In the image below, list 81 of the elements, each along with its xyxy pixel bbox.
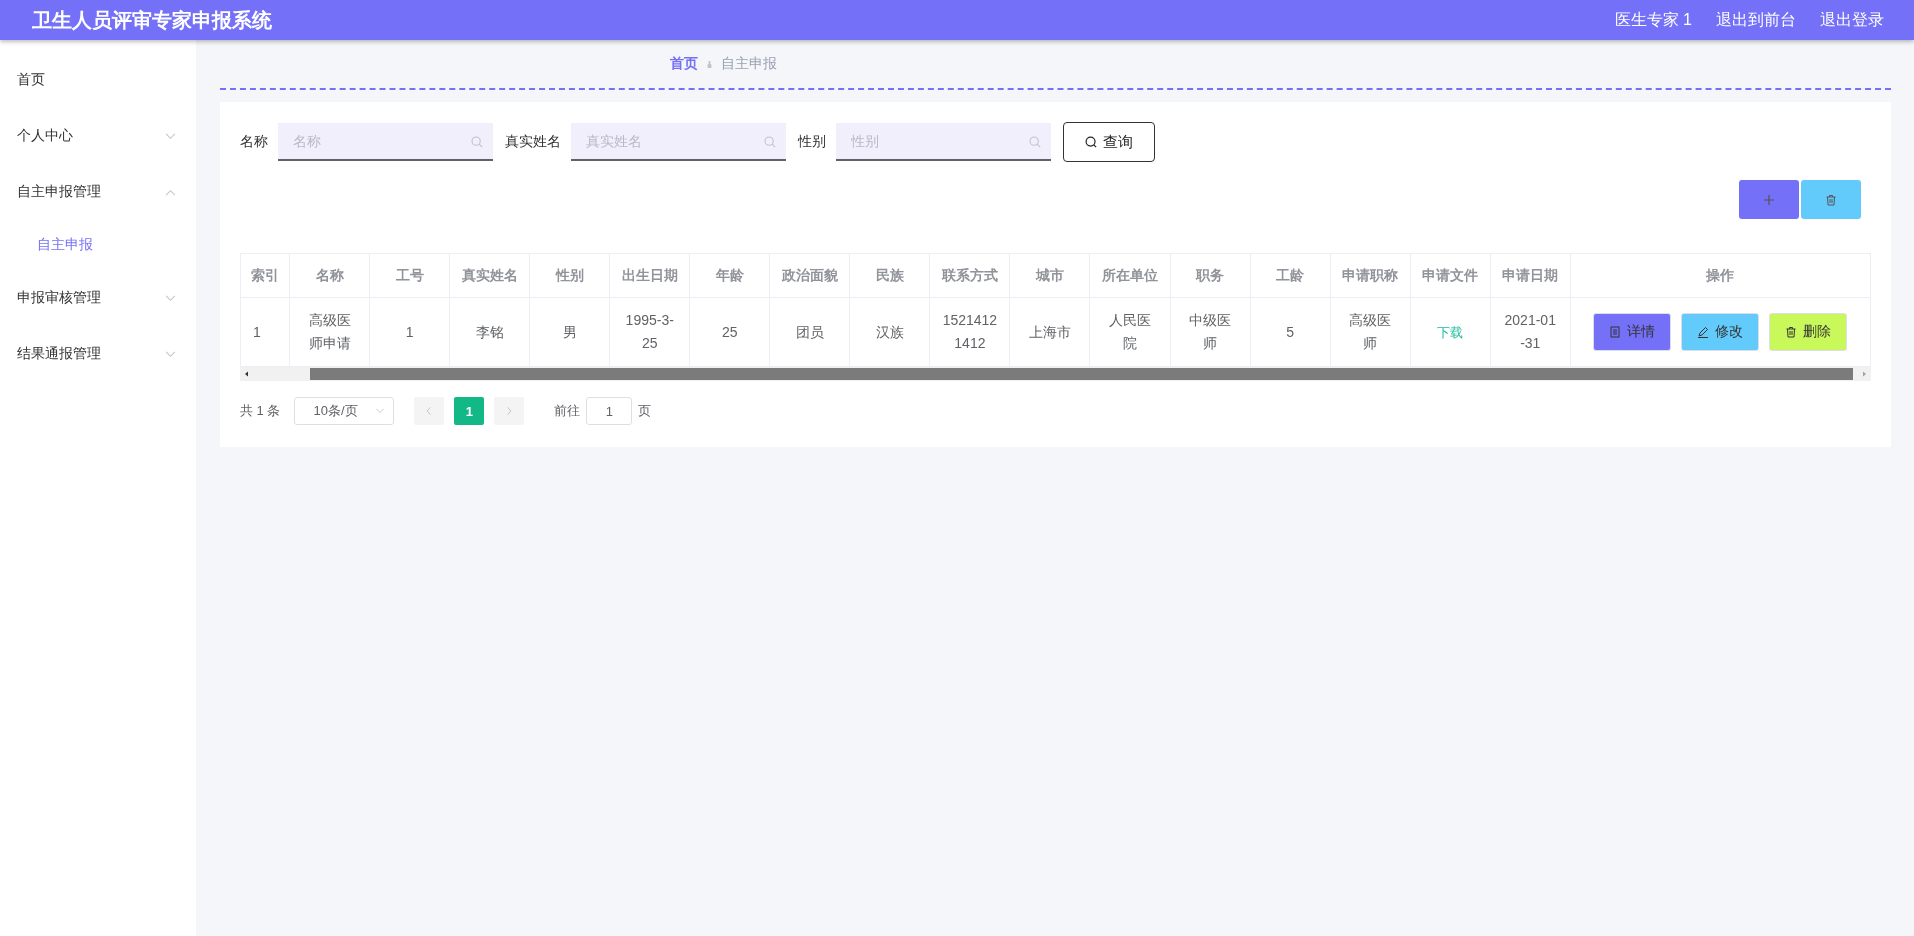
add-button[interactable] [1739,180,1799,219]
table-cell: 汉族 [849,297,930,367]
separator-icon [706,59,713,69]
trash-icon [1785,326,1798,338]
scroll-right-icon[interactable] [1861,371,1867,377]
total-count: 共 1 条 [240,402,281,420]
column-header: 所在单位 [1090,253,1171,298]
header-link[interactable]: 医生专家 1 [1614,9,1692,31]
column-header: 索引 [240,253,290,298]
table-cell: 高级医师申请 [289,297,370,367]
table-cell: 15214121412 [929,297,1010,367]
table-cell: 25 [689,297,770,367]
sidebar-item[interactable]: 申报审核管理 [0,270,196,326]
header-link[interactable]: 退出登录 [1820,9,1884,31]
sidebar-item[interactable]: 个人中心 [0,108,196,164]
delete-button[interactable]: 删除 [1769,313,1848,351]
sidebar-item[interactable]: 首页 [0,52,196,108]
delete-button[interactable] [1801,180,1861,219]
table-cell: 2021-01-31 [1490,297,1571,367]
field-label: 性别 [798,133,826,151]
column-header: 申请日期 [1490,253,1571,298]
breadcrumb-item: 自主申报 [721,55,777,73]
pencil-icon [1697,326,1710,338]
column-header: 城市 [1009,253,1090,298]
table-cell: 1995-3-25 [609,297,690,367]
page-input[interactable]: 1 [586,397,633,425]
table-cell: 李铭 [449,297,530,367]
page-unit: 页 [638,402,652,420]
column-header: 性别 [529,253,610,298]
breadcrumb-item[interactable]: 首页 [670,55,698,73]
column-header: 工号 [369,253,450,298]
sidebar-item[interactable]: 结果通报管理 [0,326,196,382]
scroll-left-icon[interactable] [244,371,250,377]
table-cell: 团员 [769,297,850,367]
search-button[interactable]: 查询 [1063,122,1155,162]
column-header: 申请文件 [1410,253,1491,298]
table-cell: 男 [529,297,610,367]
column-header: 年龄 [689,253,770,298]
table-cell: 高级医师 [1330,297,1411,367]
chevron-right-icon [506,406,513,416]
search-icon [471,136,483,148]
column-header: 操作 [1570,253,1871,298]
detail-button[interactable]: 详情 [1593,313,1672,351]
search-icon [1029,136,1041,148]
table-cell: 上海市 [1009,297,1090,367]
trash-icon [1825,193,1837,206]
edit-button[interactable]: 修改 [1681,313,1760,351]
header-link[interactable]: 退出到前台 [1716,9,1796,31]
sidebar-item[interactable]: 自主申报管理 [0,164,196,220]
next-page-button[interactable] [494,397,525,425]
table-cell: 5 [1250,297,1331,367]
table-cell: 1 [240,297,290,367]
table-cell: 人民医院 [1090,297,1171,367]
search-field[interactable]: 名称 [278,123,493,161]
table-cell: 1 [369,297,450,367]
column-header: 政治面貌 [769,253,850,298]
document-icon [1609,326,1622,338]
search-field[interactable]: 真实姓名 [571,123,786,161]
column-header: 职务 [1170,253,1251,298]
column-header: 名称 [289,253,370,298]
scrollbar-thumb[interactable] [310,368,1853,380]
table-cell: 中级医师 [1170,297,1251,367]
sidebar-subitem[interactable]: 自主申报 [0,220,196,270]
column-header: 民族 [849,253,930,298]
previous-page-button[interactable] [414,397,445,425]
goto-label: 前往 [554,402,581,420]
column-header: 真实姓名 [449,253,530,298]
column-header: 工龄 [1250,253,1331,298]
field-label: 名称 [240,133,268,151]
horizontal-scrollbar[interactable] [240,367,1871,381]
field-label: 真实姓名 [505,133,561,151]
page-size-select[interactable]: 10条/页 [294,397,395,425]
search-icon [1085,135,1098,149]
app-title: 卫生人员评审专家申报系统 [32,7,272,33]
column-header: 出生日期 [609,253,690,298]
column-header: 申请职称 [1330,253,1411,298]
chevron-down-icon [375,408,386,414]
search-icon [764,136,776,148]
column-header: 联系方式 [929,253,1010,298]
chevron-left-icon [426,406,433,416]
plus-icon [1763,193,1775,206]
